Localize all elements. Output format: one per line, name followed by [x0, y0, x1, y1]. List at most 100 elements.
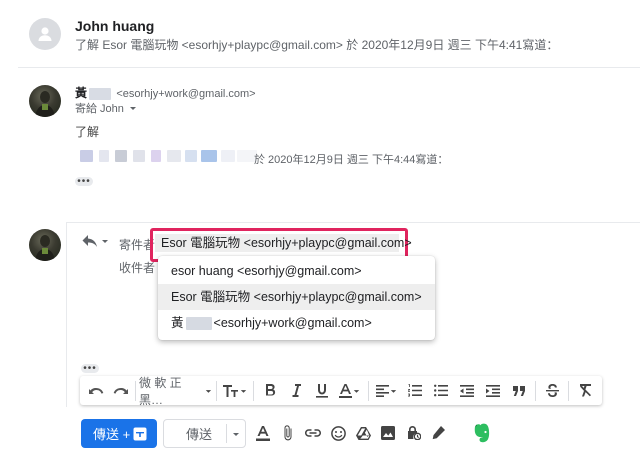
- message-body: 了解: [75, 125, 100, 139]
- from-option[interactable]: esor huang <esorhjy@gmail.com>: [158, 258, 435, 284]
- chevron-down-icon: [102, 240, 108, 243]
- formatting-options-button[interactable]: [252, 422, 274, 444]
- toolbar-separator: [135, 380, 136, 401]
- text-color-icon: [339, 383, 352, 398]
- quote-icon: [512, 385, 525, 396]
- sender-name[interactable]: John huang: [75, 18, 154, 34]
- sender-name[interactable]: 黃: [75, 86, 87, 100]
- send-button[interactable]: 傳送 +: [81, 419, 157, 448]
- indent-less-button[interactable]: [454, 377, 480, 405]
- person-icon: [38, 27, 52, 41]
- reply-icon: [82, 235, 97, 247]
- italic-button[interactable]: [283, 377, 309, 405]
- evernote-button[interactable]: [473, 423, 491, 448]
- bold-button[interactable]: [257, 377, 283, 405]
- chevron-down-icon: [353, 389, 360, 393]
- emoji-icon: [330, 425, 346, 441]
- indent-more-button[interactable]: [480, 377, 506, 405]
- insert-drive-button[interactable]: [352, 422, 374, 444]
- recipients-label: 寄給 John: [75, 103, 124, 115]
- from-select[interactable]: Esor 電腦玩物 <esorhjy+playpc@gmail.com>: [155, 234, 412, 252]
- confidential-mode-button[interactable]: [402, 422, 424, 444]
- from-option[interactable]: 黃 <esorhjy+work@gmail.com>: [158, 310, 435, 336]
- text-size-icon: [222, 384, 238, 397]
- indent-less-icon: [460, 384, 474, 397]
- text-color-button[interactable]: [335, 377, 365, 405]
- indent-more-icon: [486, 384, 500, 397]
- toolbar-separator: [216, 380, 217, 401]
- show-trimmed-content-button[interactable]: •••: [81, 363, 99, 373]
- chevron-down-icon: [205, 389, 212, 393]
- compose-border-left: [66, 222, 67, 407]
- secondary-send-label: 傳送: [186, 427, 213, 442]
- from-option-name: 黃: [171, 316, 184, 330]
- toolbar-separator: [535, 380, 536, 401]
- link-icon: [305, 429, 321, 437]
- redo-icon: [113, 387, 128, 394]
- bold-icon: [265, 384, 275, 396]
- recipients-toggle[interactable]: 寄給 John: [75, 100, 138, 116]
- insert-photo-button[interactable]: [377, 422, 399, 444]
- align-button[interactable]: [372, 377, 402, 405]
- redo-button[interactable]: [108, 377, 132, 405]
- sender-line: 黃 <esorhjy+work@gmail.com>: [75, 84, 256, 101]
- bulleted-list-icon: [434, 384, 448, 397]
- remove-formatting-icon: [579, 384, 591, 397]
- undo-icon: [88, 387, 103, 394]
- strikethrough-button[interactable]: [539, 377, 565, 405]
- to-label: 收件者: [119, 261, 156, 275]
- align-left-icon: [376, 384, 389, 397]
- my-avatar: [29, 229, 61, 261]
- photo-icon: [381, 426, 395, 440]
- chevron-down-icon: [233, 433, 239, 436]
- quoted-sender-redacted: [80, 148, 257, 164]
- insert-emoji-button[interactable]: [327, 422, 349, 444]
- quote-header: 於 2020年12月9日 週三 下午4:44寫道：: [254, 154, 449, 166]
- undo-button[interactable]: [84, 377, 108, 405]
- format-text-icon: [256, 425, 270, 441]
- send-button-label: 傳送 +: [93, 427, 131, 442]
- font-family-value: 微 軟 正 黑…: [139, 375, 182, 407]
- underline-button[interactable]: [309, 377, 335, 405]
- from-option-email: <esorhjy+work@gmail.com>: [213, 316, 372, 330]
- insert-signature-button[interactable]: [427, 422, 449, 444]
- toolbar-separator: [568, 380, 569, 401]
- sender-avatar: [29, 85, 61, 117]
- italic-icon: [292, 384, 301, 397]
- from-option-selected[interactable]: Esor 電腦玩物 <esorhjy+playpc@gmail.com>: [158, 284, 435, 310]
- profile-photo: [35, 91, 55, 117]
- numbered-list-icon: [408, 384, 422, 397]
- compose-border-top: [66, 222, 640, 223]
- strikethrough-icon: [545, 384, 559, 397]
- font-family-select[interactable]: 微 軟 正 黑…: [139, 375, 213, 407]
- pen-icon: [432, 426, 445, 440]
- paperclip-icon: [284, 425, 292, 441]
- google-drive-icon: [355, 426, 371, 440]
- evernote-icon: [474, 423, 490, 443]
- profile-photo: [35, 235, 55, 261]
- sender-email: <esorhjy+work@gmail.com>: [116, 88, 256, 100]
- numbered-list-button[interactable]: [402, 377, 428, 405]
- sender-avatar: [29, 18, 61, 50]
- secondary-send-button[interactable]: 傳送: [163, 419, 246, 448]
- from-value: Esor 電腦玩物 <esorhjy+playpc@gmail.com>: [161, 236, 412, 250]
- message-snippet[interactable]: 了解 Esor 電腦玩物 <esorhjy+playpc@gmail.com> …: [75, 36, 558, 53]
- show-trimmed-content-button[interactable]: •••: [75, 176, 93, 186]
- chevron-down-icon: [390, 389, 397, 393]
- formatting-toolbar: 微 軟 正 黑…: [80, 375, 602, 407]
- compose-bottom-actions: [252, 422, 449, 444]
- redacted-text: [185, 317, 212, 331]
- quote-button[interactable]: [506, 377, 532, 405]
- chevron-down-icon: [240, 389, 246, 393]
- from-dropdown-menu: esor huang <esorhjy@gmail.com> Esor 電腦玩物…: [158, 256, 435, 340]
- attach-file-button[interactable]: [277, 422, 299, 444]
- schedule-send-icon: [133, 427, 147, 440]
- remove-formatting-button[interactable]: [572, 377, 598, 405]
- font-size-select[interactable]: [220, 377, 250, 405]
- chevron-down-icon: [129, 107, 136, 110]
- bulleted-list-button[interactable]: [428, 377, 454, 405]
- insert-link-button[interactable]: [302, 422, 324, 444]
- lock-clock-icon: [407, 426, 421, 440]
- reply-type-menu[interactable]: [82, 234, 110, 248]
- toolbar-separator: [253, 380, 254, 401]
